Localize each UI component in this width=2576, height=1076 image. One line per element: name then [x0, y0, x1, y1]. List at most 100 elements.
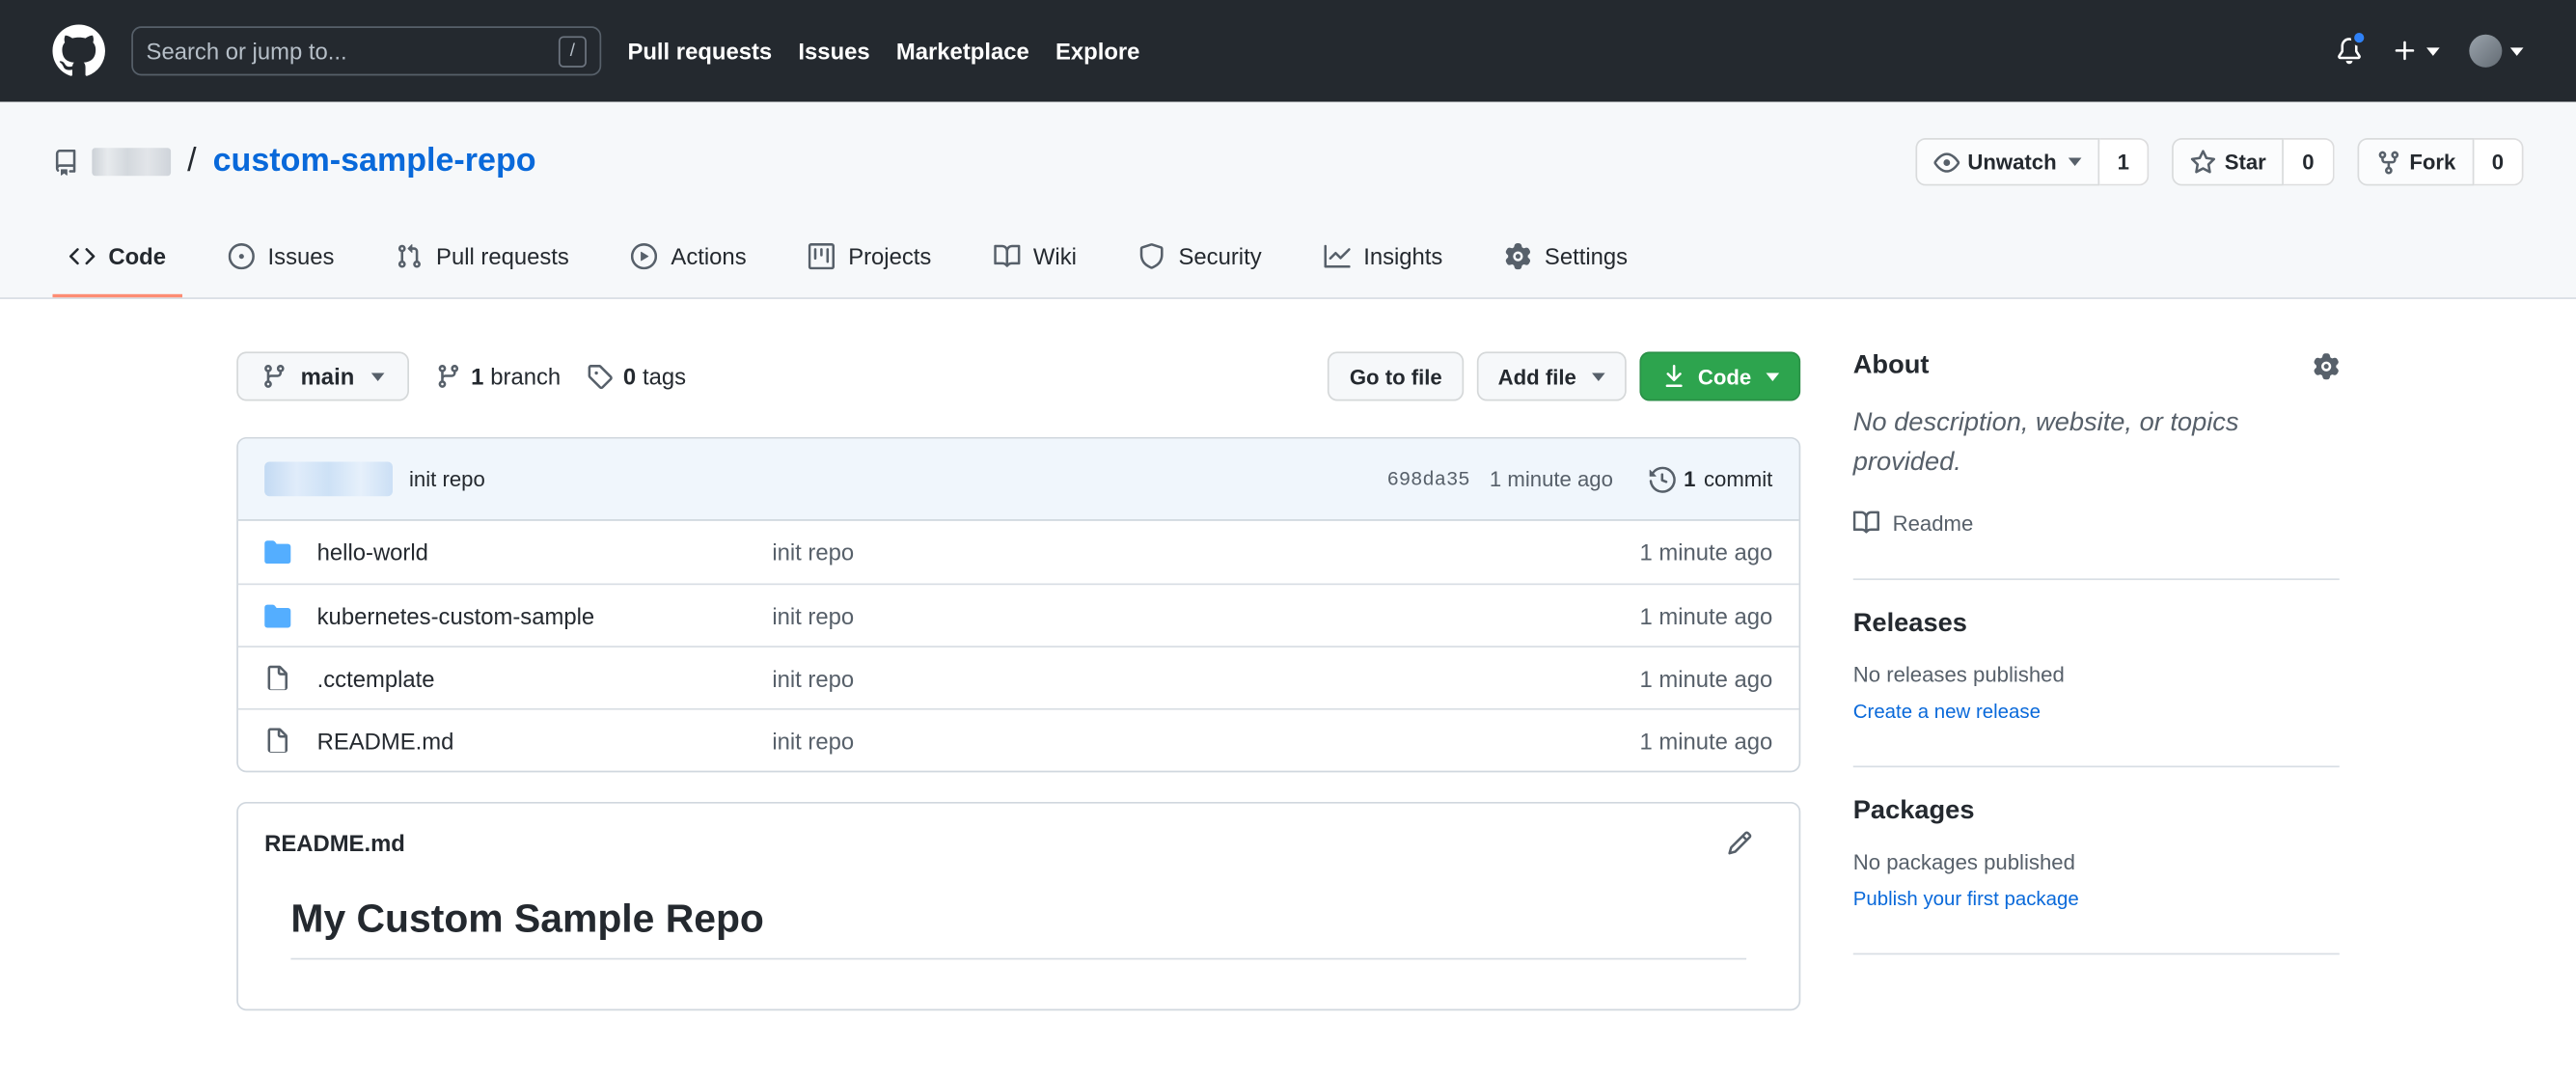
- file-row[interactable]: hello-world init repo 1 minute ago: [238, 521, 1799, 584]
- caret-down-icon: [1591, 372, 1604, 381]
- file-icon: [264, 665, 290, 691]
- file-commit-message-link[interactable]: init repo: [772, 602, 1516, 628]
- file-action-buttons: Go to file Add file Code: [1328, 351, 1801, 401]
- repo-sidebar: About No description, website, or topics…: [1852, 351, 2340, 955]
- file-updated-time: 1 minute ago: [1639, 664, 1773, 692]
- search-input[interactable]: [146, 38, 546, 65]
- releases-empty-text: No releases published: [1852, 662, 2065, 687]
- file-name-link[interactable]: .cctemplate: [317, 665, 746, 691]
- repo-tab-nav: Code Issues Pull requests Actions Projec…: [0, 218, 2576, 298]
- packages-section: Packages No packages published Publish y…: [1852, 767, 2340, 955]
- file-row[interactable]: README.md init repo 1 minute ago: [237, 707, 1799, 771]
- caret-down-icon: [1766, 372, 1780, 381]
- global-search[interactable]: /: [131, 26, 602, 76]
- commit-history-link[interactable]: 1 commit: [1649, 466, 1772, 492]
- github-repo-page: / Pull requests Issues Marketplace Explo…: [0, 0, 2576, 1070]
- gear-icon: [1505, 243, 1531, 269]
- readme-filename: README.md: [264, 829, 405, 857]
- go-to-file-button[interactable]: Go to file: [1328, 351, 1464, 401]
- readme-content: My Custom Sample Repo: [238, 869, 1799, 1009]
- readme-anchor-link[interactable]: Readme: [1853, 510, 2340, 536]
- github-logo-icon[interactable]: [52, 25, 104, 77]
- packages-empty-text: No packages published: [1852, 849, 2075, 874]
- tab-insights[interactable]: Insights: [1307, 218, 1459, 297]
- file-directory-icon: [264, 539, 290, 566]
- gear-icon: [2314, 353, 2340, 379]
- branches-link[interactable]: 1 branch: [435, 363, 561, 390]
- git-branch-icon: [435, 363, 461, 389]
- tab-projects[interactable]: Projects: [792, 218, 947, 297]
- tab-actions[interactable]: Actions: [616, 218, 763, 297]
- latest-commit-bar: init repo 698da35 1 minute ago 1 commit: [237, 438, 1799, 521]
- caret-down-icon: [370, 372, 384, 381]
- repo-name-link[interactable]: custom-sample-repo: [213, 143, 536, 180]
- star-count[interactable]: 0: [2284, 138, 2334, 186]
- tab-issues[interactable]: Issues: [212, 218, 351, 297]
- file-name-link[interactable]: kubernetes-custom-sample: [317, 602, 746, 628]
- fork-group: Fork 0: [2356, 138, 2524, 186]
- tab-pull-requests[interactable]: Pull requests: [380, 218, 586, 297]
- nav-explore[interactable]: Explore: [1055, 38, 1139, 64]
- repo-header: / custom-sample-repo Unwatch 1 Star 0 Fo…: [0, 101, 2576, 299]
- create-new-button[interactable]: [2392, 38, 2440, 64]
- about-header: About: [1853, 351, 2340, 381]
- releases-section: Releases No releases published Create a …: [1852, 580, 2340, 768]
- file-directory-icon: [264, 602, 290, 628]
- readme-heading: My Custom Sample Repo: [290, 896, 1747, 960]
- shield-icon: [1139, 243, 1165, 269]
- file-name-link[interactable]: README.md: [317, 727, 746, 753]
- tags-link[interactable]: 0 tags: [587, 363, 686, 390]
- about-title: About: [1852, 351, 1930, 380]
- create-release-link[interactable]: Create a new release: [1853, 700, 2041, 723]
- repo-files-column: main 1 branch 0 tags Go to file Add file…: [236, 351, 1801, 1011]
- file-commit-message-link[interactable]: init repo: [772, 539, 1516, 566]
- code-download-button[interactable]: Code: [1638, 351, 1801, 401]
- commit-time: 1 minute ago: [1489, 466, 1613, 492]
- git-pull-request-icon: [397, 243, 423, 269]
- plus-icon: [2392, 38, 2418, 64]
- commit-meta: 698da35 1 minute ago 1 commit: [1387, 466, 1772, 492]
- tab-wiki[interactable]: Wiki: [977, 218, 1093, 297]
- tab-settings[interactable]: Settings: [1489, 218, 1644, 297]
- readme-header: README.md: [238, 804, 1799, 869]
- caret-down-icon: [2509, 46, 2524, 56]
- repo-forked-icon: [2375, 149, 2401, 175]
- edit-readme-button[interactable]: [1727, 830, 1753, 856]
- global-header: / Pull requests Issues Marketplace Explo…: [0, 0, 2576, 102]
- file-commit-message-link[interactable]: init repo: [772, 727, 1516, 753]
- file-updated-time: 1 minute ago: [1639, 602, 1773, 629]
- repo-owner-redacted[interactable]: [92, 148, 172, 177]
- file-row[interactable]: .cctemplate init repo 1 minute ago: [237, 646, 1799, 708]
- notifications-button[interactable]: [2336, 29, 2368, 64]
- file-updated-time: 1 minute ago: [1639, 538, 1773, 566]
- file-icon: [264, 727, 290, 753]
- git-branch-icon: [261, 363, 288, 389]
- edit-about-button[interactable]: [2314, 353, 2340, 379]
- fork-button[interactable]: Fork: [2356, 138, 2475, 186]
- commit-message-link[interactable]: init repo: [409, 467, 485, 492]
- commit-author-redacted[interactable]: [264, 461, 393, 497]
- pencil-icon: [1727, 830, 1753, 856]
- packages-title: Packages: [1852, 796, 1975, 825]
- watch-count[interactable]: 1: [2098, 138, 2150, 186]
- tab-code[interactable]: Code: [52, 218, 183, 298]
- file-commit-message-link[interactable]: init repo: [772, 665, 1516, 691]
- issue-opened-icon: [229, 243, 255, 269]
- publish-package-link[interactable]: Publish your first package: [1853, 888, 2079, 911]
- nav-marketplace[interactable]: Marketplace: [896, 38, 1029, 64]
- file-row[interactable]: kubernetes-custom-sample init repo 1 min…: [237, 583, 1799, 646]
- user-menu-button[interactable]: [2469, 34, 2524, 68]
- commit-sha-link[interactable]: 698da35: [1387, 467, 1470, 490]
- nav-issues[interactable]: Issues: [798, 38, 869, 64]
- slash-shortcut-badge: /: [558, 35, 587, 67]
- nav-pull-requests[interactable]: Pull requests: [627, 38, 772, 64]
- unwatch-button[interactable]: Unwatch: [1914, 138, 2099, 186]
- fork-count[interactable]: 0: [2474, 138, 2524, 186]
- branch-select-button[interactable]: main: [236, 351, 409, 401]
- header-right-controls: [2336, 29, 2524, 68]
- file-name-link[interactable]: hello-world: [317, 539, 746, 566]
- add-file-button[interactable]: Add file: [1476, 351, 1626, 401]
- tab-security[interactable]: Security: [1123, 218, 1278, 297]
- star-button[interactable]: Star: [2172, 138, 2285, 186]
- caret-down-icon: [2426, 46, 2440, 56]
